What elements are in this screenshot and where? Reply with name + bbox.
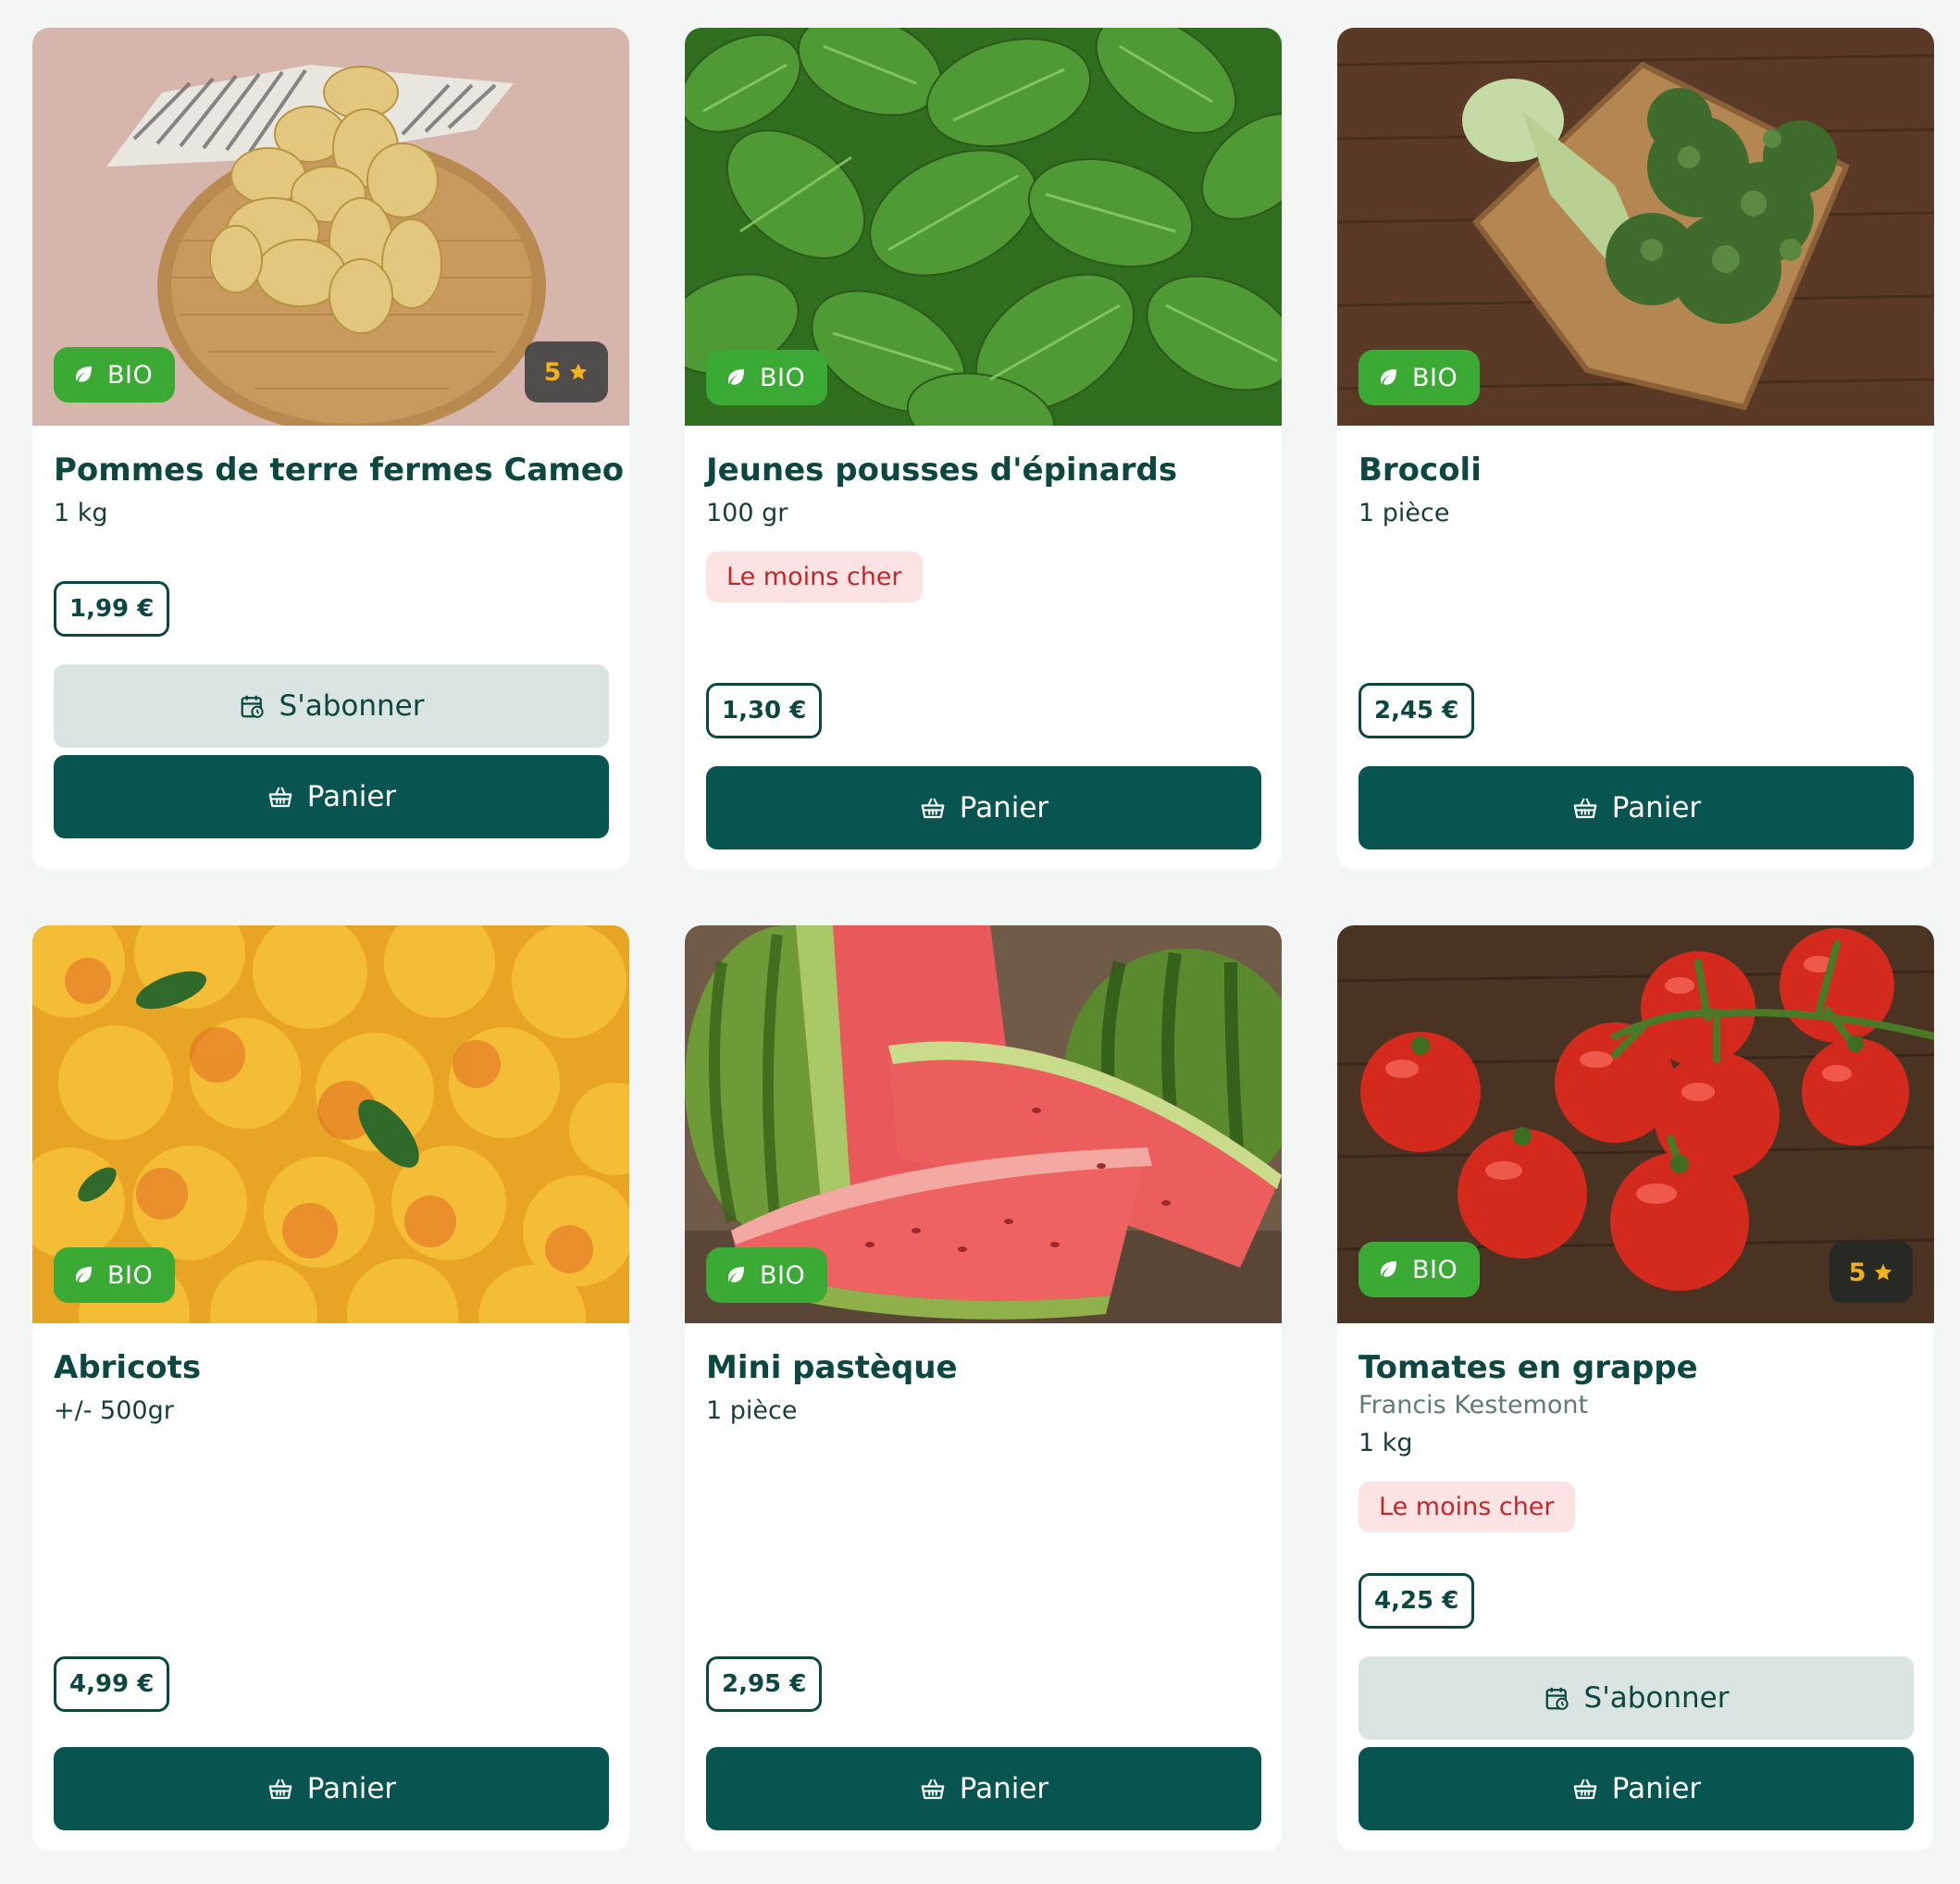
rating-badge: 5 [1830,1242,1913,1303]
bio-badge: BIO [1358,350,1481,405]
bio-badge: BIO [706,1247,828,1303]
product-image[interactable]: BIO [685,28,1282,426]
product-price: 2,95 € [706,1656,823,1712]
product-name[interactable]: Abricots [54,1349,609,1387]
product-card[interactable]: BIO Mini pastèque 1 pièce 2,95 € Panier [685,925,1282,1851]
bio-badge: BIO [54,347,176,403]
leaf-icon [72,364,94,386]
bio-label: BIO [107,1260,154,1290]
bio-label: BIO [1412,363,1458,392]
product-name[interactable]: Tomates en grappe [1358,1349,1914,1387]
product-quantity: 1 kg [54,498,108,527]
cart-label: Panier [1611,1772,1702,1805]
cheapest-badge: Le moins cher [706,551,923,602]
leaf-icon [1377,366,1399,389]
add-to-cart-button[interactable]: Panier [1358,1747,1914,1830]
add-to-cart-button[interactable]: Panier [1358,766,1914,849]
bio-badge: BIO [1358,1242,1481,1297]
product-card[interactable]: BIO Abricots +/- 500gr 4,99 € Panier [32,925,629,1851]
subscribe-button[interactable]: S'abonner [1358,1656,1914,1740]
product-image[interactable]: BIO [32,925,629,1323]
product-card[interactable]: BIO Jeunes pousses d'épinards 100 gr Le … [685,28,1282,870]
basket-icon [919,1775,947,1803]
cart-label: Panier [1611,791,1702,824]
bio-label: BIO [1412,1255,1458,1284]
product-grid: BIO 5 Pommes de terre fermes Cameo 1 kg … [32,28,1934,1851]
product-image[interactable]: BIO [685,925,1282,1323]
basket-icon [1571,794,1599,822]
basket-icon [267,783,294,811]
add-to-cart-button[interactable]: Panier [706,1747,1261,1830]
leaf-icon [1377,1258,1399,1281]
product-name[interactable]: Brocoli [1358,452,1914,490]
product-quantity: 100 gr [706,498,788,527]
calendar-clock-icon [1544,1684,1571,1712]
leaf-icon [72,1264,94,1286]
basket-icon [267,1775,294,1803]
subscribe-label: S'abonner [279,688,425,723]
card-body: Pommes de terre fermes Cameo 1 kg 1,99 €… [32,426,629,870]
product-card[interactable]: BIO 5 Tomates en grappe Francis Kestemon… [1337,925,1934,1851]
bio-badge: BIO [706,350,828,405]
card-body: Abricots +/- 500gr 4,99 € Panier [32,1323,629,1851]
calendar-clock-icon [239,692,267,720]
star-icon [1873,1262,1893,1283]
add-to-cart-button[interactable]: Panier [54,1747,609,1830]
card-body: Tomates en grappe Francis Kestemont 1 kg… [1337,1323,1934,1851]
bio-label: BIO [760,1260,806,1290]
subscribe-label: S'abonner [1583,1681,1730,1715]
product-card[interactable]: BIO 5 Pommes de terre fermes Cameo 1 kg … [32,28,629,870]
rating-value: 5 [1848,1258,1867,1287]
product-quantity: 1 pièce [706,1395,798,1425]
product-price: 2,45 € [1358,683,1475,738]
product-quantity: +/- 500gr [54,1395,174,1425]
product-name[interactable]: Mini pastèque [706,1349,1261,1387]
cart-label: Panier [306,779,397,813]
producer-name[interactable]: Francis Kestemont [1358,1391,1914,1419]
subscribe-button[interactable]: S'abonner [54,663,609,748]
product-name[interactable]: Jeunes pousses d'épinards [706,452,1261,490]
product-quantity: 1 kg [1358,1428,1413,1457]
card-body: Jeunes pousses d'épinards 100 gr Le moin… [685,426,1282,870]
product-card[interactable]: BIO Brocoli 1 pièce 2,45 € Panier [1337,28,1934,870]
bio-label: BIO [760,363,806,392]
basket-icon [919,794,947,822]
product-quantity: 1 pièce [1358,498,1450,527]
rating-value: 5 [543,357,562,387]
product-image[interactable]: BIO 5 [1337,925,1934,1323]
star-icon [568,362,589,382]
card-body: Mini pastèque 1 pièce 2,95 € Panier [685,1323,1282,1851]
leaf-icon [725,1264,747,1286]
product-price: 4,25 € [1358,1573,1475,1629]
bio-label: BIO [107,360,154,390]
product-image[interactable]: BIO 5 [32,28,629,426]
product-price: 4,99 € [54,1656,170,1712]
add-to-cart-button[interactable]: Panier [706,766,1261,849]
bio-badge: BIO [54,1247,176,1303]
card-body: Brocoli 1 pièce 2,45 € Panier [1337,426,1934,870]
product-price: 1,99 € [54,580,170,637]
product-image[interactable]: BIO [1337,28,1934,426]
cart-label: Panier [959,1772,1049,1805]
basket-icon [1571,1775,1599,1803]
leaf-icon [725,366,747,389]
cart-label: Panier [306,1772,397,1805]
rating-badge: 5 [525,341,608,403]
cart-label: Panier [959,791,1049,824]
add-to-cart-button[interactable]: Panier [54,754,609,838]
cheapest-badge: Le moins cher [1358,1481,1575,1532]
product-name[interactable]: Pommes de terre fermes Cameo [54,452,624,490]
product-price: 1,30 € [706,683,823,738]
